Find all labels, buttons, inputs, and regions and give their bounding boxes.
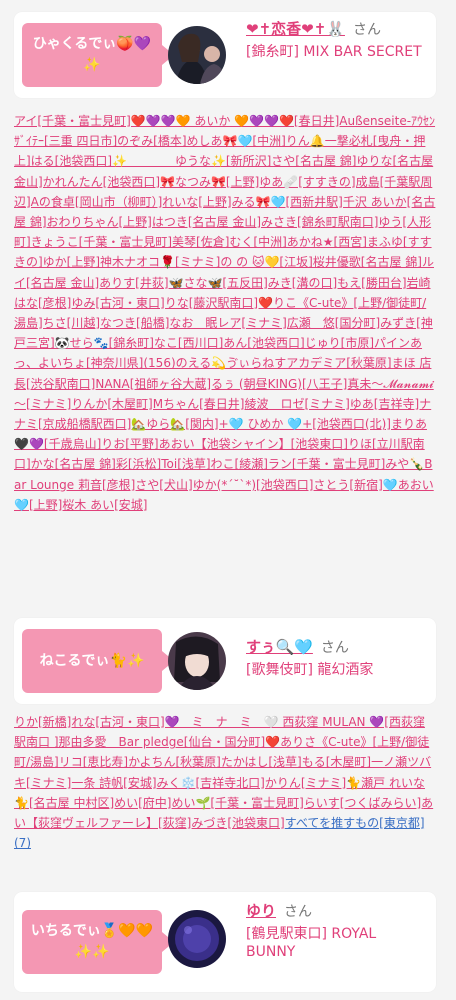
cast-name[interactable]: ❤︎✝恋香❤︎✝🐰 (246, 20, 345, 38)
ranking-card-3: いちるでぃ🏅🧡🧡✨✨ ゆり さん [鶴見駅東口] ROYAL BUNNY (14, 892, 436, 992)
avatar[interactable] (168, 910, 226, 968)
avatar[interactable] (168, 632, 226, 690)
shop-name[interactable]: [歌舞伎町] 龍幻酒家 (246, 661, 426, 679)
cast-info: ゆり さん [鶴見駅東口] ROYAL BUNNY (246, 902, 426, 961)
shop-name[interactable]: [錦糸町] MIX BAR SECRET (246, 43, 426, 61)
cast-info: ❤︎✝恋香❤︎✝🐰 さん [錦糸町] MIX BAR SECRET (246, 20, 426, 61)
rank-badge: ねこるでぃ🐈✨ (22, 629, 174, 693)
ranking-card-2: ねこるでぃ🐈✨ すぅ🔍🩵 さん [歌舞伎町] 龍幻酒家 (14, 618, 436, 704)
cast-name[interactable]: すぅ🔍🩵 (246, 638, 313, 656)
rank-badge: ひゃくるでぃ🍑💜✨ (22, 23, 174, 87)
supporter-links[interactable]: アイ[千葉・富士見町]❤️💜💜🧡 あいか 🧡💜💜❤️[春日井]Außenseit… (14, 114, 435, 512)
supporter-list: りか[新橋]れな[古河・東口]💜 ミ ナ ミ 🤍 西荻窪 MULAN 💜[西荻窪… (14, 712, 436, 882)
rank-badge: いちるでぃ🏅🧡🧡✨✨ (22, 910, 174, 974)
shop-name[interactable]: [鶴見駅東口] ROYAL BUNNY (246, 925, 426, 961)
honorific: さん (352, 22, 381, 38)
cast-name[interactable]: ゆり (246, 902, 276, 920)
ranking-card-1: ひゃくるでぃ🍑💜✨ ❤︎✝恋香❤︎✝🐰 さん [錦糸町] MIX BAR SECR… (14, 12, 436, 98)
cast-info: すぅ🔍🩵 さん [歌舞伎町] 龍幻酒家 (246, 638, 426, 679)
supporter-list: アイ[千葉・富士見町]❤️💜💜🧡 あいか 🧡💜💜❤️[春日井]Außenseit… (14, 111, 436, 611)
avatar[interactable] (168, 26, 226, 84)
supporter-links[interactable]: りか[新橋]れな[古河・東口]💜 ミ ナ ミ 🤍 西荻窪 MULAN 💜[西荻窪… (14, 715, 433, 830)
honorific: さん (320, 640, 349, 656)
honorific: さん (284, 904, 313, 920)
